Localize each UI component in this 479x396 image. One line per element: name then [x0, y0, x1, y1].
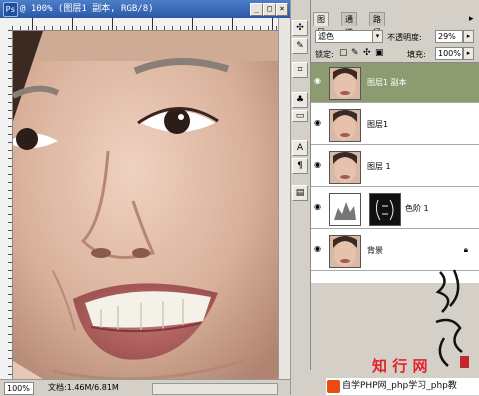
- lock-image-icon[interactable]: ✎: [351, 48, 359, 58]
- watermark-footer: 自学PHP网_php学习_php教: [326, 378, 479, 395]
- tab-layers[interactable]: 图层: [313, 12, 329, 37]
- layer-name[interactable]: 背景: [367, 245, 383, 256]
- vertical-ruler[interactable]: [0, 30, 13, 379]
- visibility-eye-icon[interactable]: ◉: [314, 161, 324, 169]
- fill-arrow-icon[interactable]: ▸: [463, 47, 474, 60]
- horizontal-ruler[interactable]: [12, 18, 278, 31]
- site-logo-icon: [327, 380, 340, 393]
- visibility-eye-icon[interactable]: ◉: [314, 77, 324, 85]
- document-title: @ 100% (图层1 副本, RGB/8): [20, 4, 154, 14]
- layer-row-copy[interactable]: ◉ 图层1 副本: [311, 63, 479, 103]
- move-tool-icon[interactable]: ✣: [292, 20, 308, 36]
- visibility-eye-icon[interactable]: ◉: [314, 245, 324, 253]
- calligraphy-decoration: [420, 262, 478, 380]
- layer-name[interactable]: 色阶 1: [405, 203, 429, 214]
- tools-strip: ✣ ✎ ⌗ ♣ ▭ A ¶ ▤: [290, 0, 309, 395]
- layer-row-1b[interactable]: ◉ 图层 1: [311, 147, 479, 187]
- maximize-button[interactable]: □: [263, 3, 276, 16]
- watermark-footer-text: 自学PHP网_php学习_php教: [342, 381, 457, 391]
- layer-name[interactable]: 图层 1: [367, 161, 391, 172]
- lock-transparency-icon[interactable]: ▢: [339, 48, 348, 58]
- fill-field[interactable]: 100%: [435, 47, 463, 60]
- pen-tool-icon[interactable]: ¶: [292, 158, 308, 174]
- visibility-eye-icon[interactable]: ◉: [314, 203, 324, 211]
- opacity-field[interactable]: 29%: [435, 30, 463, 43]
- lock-label: 锁定:: [315, 50, 334, 59]
- close-button[interactable]: ×: [276, 3, 288, 16]
- status-bar: 100% 文档:1.46M/6.81M: [0, 379, 290, 396]
- blend-mode-dropdown-icon[interactable]: ▾: [372, 30, 383, 43]
- tab-channels[interactable]: 通道: [341, 12, 357, 37]
- brush-tool-icon[interactable]: ✎: [292, 38, 308, 54]
- document-size-info[interactable]: 文档:1.46M/6.81M: [48, 380, 119, 396]
- horizontal-scrollbar[interactable]: [152, 383, 278, 395]
- layer-mask-thumbnail[interactable]: [369, 193, 401, 226]
- minimize-button[interactable]: _: [250, 3, 263, 16]
- layer-thumbnail: [329, 109, 361, 142]
- watermark-brand: 知 行 网: [372, 357, 428, 375]
- layer-row-levels[interactable]: ◉ 色阶 1: [311, 189, 479, 229]
- lock-icon: 🔒︎: [463, 245, 468, 254]
- layer-thumbnail: [329, 151, 361, 184]
- visibility-eye-icon[interactable]: ◉: [314, 119, 324, 127]
- text-tool-icon[interactable]: A: [292, 140, 308, 156]
- photoshop-doc-icon: Ps: [3, 2, 18, 17]
- zoom-level-field[interactable]: 100%: [4, 382, 34, 395]
- crop-tool-icon[interactable]: ⌗: [292, 62, 308, 78]
- tab-paths[interactable]: 路径: [369, 12, 385, 37]
- lock-all-icon[interactable]: ▣: [375, 48, 384, 58]
- layer-thumbnail: [329, 67, 361, 100]
- layers-list: ◉ 图层1 副本 ◉ 图层1 ◉ 图层 1 ◉ 色阶 1 ◉ 背景 🔒︎: [311, 62, 479, 283]
- layer-row-1a[interactable]: ◉ 图层1: [311, 105, 479, 145]
- layer-name[interactable]: 图层1: [367, 119, 388, 130]
- document-window: Ps @ 100% (图层1 副本, RGB/8) _ □ × 100% 文档:…: [0, 0, 291, 396]
- notes-tool-icon[interactable]: ▤: [292, 185, 308, 201]
- opacity-arrow-icon[interactable]: ▸: [463, 30, 474, 43]
- lock-position-icon[interactable]: ✣: [363, 48, 371, 58]
- document-title-bar[interactable]: Ps @ 100% (图层1 副本, RGB/8) _ □ ×: [0, 0, 290, 18]
- portrait-photo: [13, 31, 278, 379]
- layer-name[interactable]: 图层1 副本: [367, 77, 407, 88]
- levels-adjustment-icon: [329, 193, 361, 226]
- opacity-label: 不透明度:: [387, 33, 422, 42]
- fill-label: 填充:: [407, 50, 426, 59]
- eraser-tool-icon[interactable]: ▭: [292, 110, 308, 122]
- panel-menu-icon[interactable]: ▸: [469, 14, 474, 24]
- blend-mode-select[interactable]: 滤色: [315, 30, 375, 43]
- image-canvas[interactable]: [13, 31, 278, 379]
- layer-thumbnail: [329, 235, 361, 268]
- stamp-tool-icon[interactable]: ♣: [292, 92, 308, 108]
